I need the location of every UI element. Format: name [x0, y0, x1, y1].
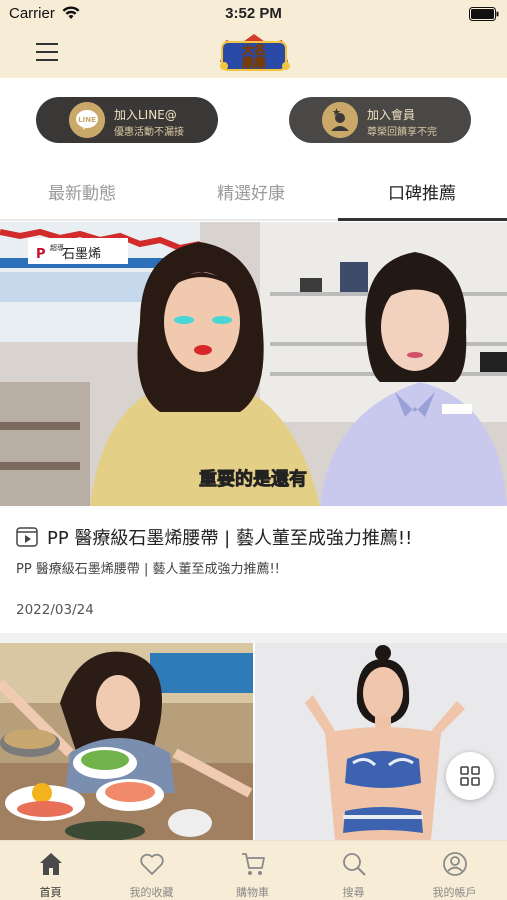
nav-home-label: 首頁 [39, 886, 62, 899]
nav-search-label: 搜尋 [342, 886, 365, 899]
join-member-button[interactable]: 加入會員 尊榮回饋享不完 [289, 97, 471, 143]
join-line-title: 加入LINE@ [114, 108, 177, 122]
nav-account[interactable]: 我的帳戶 [404, 841, 505, 900]
join-line-button[interactable]: LINE 加入LINE@ 優惠活動不漏接 [36, 97, 218, 143]
active-tab-indicator [338, 218, 507, 221]
search-icon [343, 853, 366, 876]
nav-search[interactable]: 搜尋 [303, 841, 404, 900]
tab-latest-news[interactable]: 最新動態 [48, 179, 116, 204]
status-bar: Carrier 3:52 PM [0, 0, 507, 28]
video-frame-illustration: P 超導 石墨烯 重要的是還有 [0, 222, 507, 506]
recommendation-thumbnail-swimwear[interactable] [255, 643, 507, 840]
nav-cart-label: 購物車 [236, 886, 269, 899]
article-summary: PP 醫療級石墨烯腰帶 | 藝人董至成強力推薦!! [16, 562, 280, 577]
section-divider [0, 633, 507, 643]
bottom-navigation: 首頁 我的收藏 購物車 搜尋 我的帳戶 [0, 840, 507, 900]
video-icon [16, 527, 38, 547]
nav-favorites-label: 我的收藏 [129, 886, 174, 899]
article-video-thumbnail[interactable]: P 超導 石墨烯 重要的是還有 [0, 222, 507, 506]
join-member-subtitle: 尊榮回饋享不完 [367, 127, 437, 138]
home-icon [40, 853, 62, 875]
model-photo-illustration [255, 643, 507, 840]
recommendation-thumbnail-food[interactable] [0, 643, 253, 840]
tab-recommendations[interactable]: 口碑推薦 [388, 179, 456, 204]
join-member-title: 加入會員 [367, 108, 416, 122]
nav-home[interactable]: 首頁 [0, 841, 101, 900]
brand-logo[interactable]: 大名 鼎鼎 [216, 32, 292, 74]
nav-account-label: 我的帳戶 [432, 886, 477, 899]
top-bar: Carrier 3:52 PM 大名 鼎鼎 [0, 0, 507, 78]
article-title[interactable]: PP 醫療級石墨烯腰帶 | 藝人董至成強力推薦!! [16, 524, 412, 550]
account-icon [443, 852, 467, 876]
app-screen: Carrier 3:52 PM 大名 鼎鼎 LINE 加入LINE@ 優惠活動不… [0, 0, 507, 900]
svg-text:重要的是還有: 重要的是還有 [199, 468, 307, 490]
nav-favorites[interactable]: 我的收藏 [101, 841, 202, 900]
nav-cart[interactable]: 購物車 [202, 841, 303, 900]
clock: 3:52 PM [225, 5, 282, 22]
article-date: 2022/03/24 [16, 602, 94, 618]
food-photo-illustration [0, 643, 253, 840]
join-line-subtitle: 優惠活動不漏接 [114, 127, 184, 138]
hamburger-menu-icon[interactable] [36, 43, 58, 61]
article-title-text: PP 醫療級石墨烯腰帶 | 藝人董至成強力推薦!! [47, 528, 413, 549]
svg-text:大名: 大名 [242, 42, 266, 57]
tab-featured-deals[interactable]: 精選好康 [217, 179, 285, 204]
grid-icon [460, 766, 480, 786]
member-badge-icon [322, 102, 358, 138]
svg-text:石墨烯: 石墨烯 [62, 247, 101, 262]
svg-text:鼎鼎: 鼎鼎 [242, 56, 266, 70]
svg-text:LINE: LINE [78, 116, 96, 124]
grid-view-toggle-button[interactable] [446, 752, 494, 800]
svg-text:P: P [36, 247, 46, 262]
line-badge-icon: LINE [69, 102, 105, 138]
battery-icon [469, 7, 499, 21]
cart-icon [242, 853, 265, 875]
category-tabs: 最新動態 精選好康 口碑推薦 [0, 165, 507, 221]
heart-icon [140, 853, 164, 875]
